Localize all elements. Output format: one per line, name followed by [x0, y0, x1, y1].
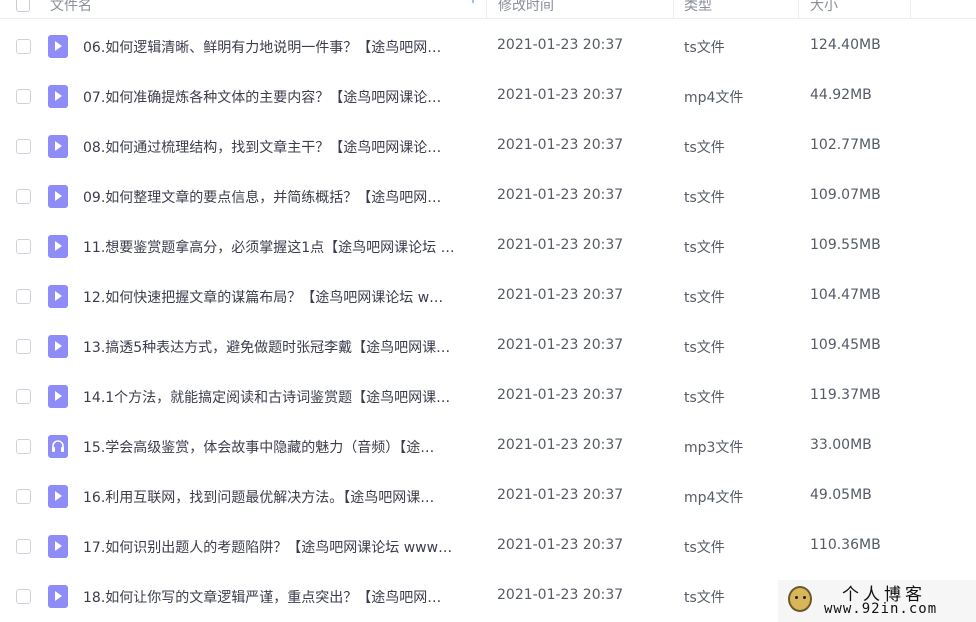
- file-size: 124.40MB: [810, 37, 881, 53]
- file-type: ts文件: [684, 590, 725, 606]
- row-checkbox[interactable]: [16, 139, 31, 154]
- video-file-icon: [48, 585, 68, 608]
- file-modified-time: 2021-01-23 20:37: [497, 287, 624, 303]
- row-checkbox[interactable]: [16, 339, 31, 354]
- file-modified-time: 2021-01-23 20:37: [497, 387, 624, 403]
- file-name[interactable]: 18.如何让你写的文章逻辑严谨，重点突出？【途鸟吧网…: [83, 587, 478, 607]
- file-size: 33.00MB: [810, 437, 872, 453]
- file-type: ts文件: [684, 240, 725, 256]
- file-type: ts文件: [684, 40, 725, 56]
- file-modified-time: 2021-01-23 20:37: [497, 37, 624, 53]
- file-modified-time: 2021-01-23 20:37: [497, 587, 624, 603]
- video-file-icon: [48, 385, 68, 408]
- column-header-name[interactable]: 文件名: [50, 0, 92, 15]
- file-name[interactable]: 16.利用互联网，找到问题最优解决方法。【途鸟吧网课…: [83, 487, 478, 507]
- video-file-icon: [48, 535, 68, 558]
- row-checkbox[interactable]: [16, 89, 31, 104]
- row-checkbox[interactable]: [16, 39, 31, 54]
- file-type: ts文件: [684, 290, 725, 306]
- file-modified-time: 2021-01-23 20:37: [497, 187, 624, 203]
- file-modified-time: 2021-01-23 20:37: [497, 487, 624, 503]
- column-divider[interactable]: [910, 0, 911, 18]
- file-name[interactable]: 08.如何通过梳理结构，找到文章主干？【途鸟吧网课论…: [83, 137, 478, 157]
- file-row[interactable]: 17.如何识别出题人的考题陷阱？【途鸟吧网课论坛 www… 2021-01-23 …: [0, 522, 976, 572]
- file-modified-time: 2021-01-23 20:37: [497, 87, 624, 103]
- file-name[interactable]: 11.想要鉴赏题拿高分，必须掌握这1点【途鸟吧网课论坛 …: [83, 237, 478, 257]
- file-row[interactable]: 08.如何通过梳理结构，找到文章主干？【途鸟吧网课论… 2021-01-23 20…: [0, 122, 976, 172]
- file-name[interactable]: 06.如何逻辑清晰、鲜明有力地说明一件事？【途鸟吧网…: [83, 37, 478, 57]
- avatar-logo-icon: [788, 586, 812, 612]
- file-modified-time: 2021-01-23 20:37: [497, 337, 624, 353]
- file-row[interactable]: 07.如何准确提炼各种文体的主要内容？【途鸟吧网课论… 2021-01-23 20…: [0, 72, 976, 122]
- column-divider[interactable]: [798, 0, 799, 18]
- file-name[interactable]: 17.如何识别出题人的考题陷阱？【途鸟吧网课论坛 www…: [83, 537, 478, 557]
- video-file-icon: [48, 185, 68, 208]
- file-row[interactable]: 11.想要鉴赏题拿高分，必须掌握这1点【途鸟吧网课论坛 … 2021-01-23 …: [0, 222, 976, 272]
- row-checkbox[interactable]: [16, 489, 31, 504]
- file-type: ts文件: [684, 340, 725, 356]
- file-name[interactable]: 09.如何整理文章的要点信息，并简练概括？【途鸟吧网…: [83, 187, 478, 207]
- file-modified-time: 2021-01-23 20:37: [497, 537, 624, 553]
- file-size: 109.45MB: [810, 337, 881, 353]
- file-size: 109.55MB: [810, 237, 881, 253]
- file-type: ts文件: [684, 190, 725, 206]
- file-type: mp4文件: [684, 90, 744, 106]
- column-header-type[interactable]: 类型: [684, 0, 712, 15]
- file-size: 109.07MB: [810, 187, 881, 203]
- file-name[interactable]: 13.搞透5种表达方式，避免做题时张冠李戴【途鸟吧网课…: [83, 337, 478, 357]
- video-file-icon: [48, 85, 68, 108]
- file-row[interactable]: 09.如何整理文章的要点信息，并简练概括？【途鸟吧网… 2021-01-23 20…: [0, 172, 976, 222]
- audio-file-icon: [48, 435, 68, 458]
- row-checkbox[interactable]: [16, 539, 31, 554]
- video-file-icon: [48, 35, 68, 58]
- file-row[interactable]: 13.搞透5种表达方式，避免做题时张冠李戴【途鸟吧网课… 2021-01-23 2…: [0, 322, 976, 372]
- video-file-icon: [48, 485, 68, 508]
- file-name[interactable]: 07.如何准确提炼各种文体的主要内容？【途鸟吧网课论…: [83, 87, 478, 107]
- file-type: mp3文件: [684, 440, 744, 456]
- file-size: 44.92MB: [810, 87, 872, 103]
- file-type: mp4文件: [684, 490, 744, 506]
- file-row[interactable]: 14.1个方法，就能搞定阅读和古诗词鉴赏题【途鸟吧网课… 2021-01-23 2…: [0, 372, 976, 422]
- file-size: 49.05MB: [810, 487, 872, 503]
- file-row[interactable]: 15.学会高级鉴赏，体会故事中隐藏的魅力（音频）【途… 2021-01-23 20…: [0, 422, 976, 472]
- file-row[interactable]: 16.利用互联网，找到问题最优解决方法。【途鸟吧网课… 2021-01-23 20…: [0, 472, 976, 522]
- row-checkbox[interactable]: [16, 589, 31, 604]
- file-type: ts文件: [684, 140, 725, 156]
- file-size: 110.36MB: [810, 537, 881, 553]
- file-modified-time: 2021-01-23 20:37: [497, 437, 624, 453]
- row-checkbox[interactable]: [16, 239, 31, 254]
- file-size: 102.77MB: [810, 137, 881, 153]
- row-checkbox[interactable]: [16, 389, 31, 404]
- file-list-header: 文件名 ↑ 修改时间 类型 大小: [0, 0, 976, 19]
- file-name[interactable]: 15.学会高级鉴赏，体会故事中隐藏的魅力（音频）【途…: [83, 437, 478, 457]
- file-name[interactable]: 12.如何快速把握文章的谋篇布局？【途鸟吧网课论坛 w…: [83, 287, 478, 307]
- select-all-checkbox[interactable]: [16, 0, 30, 12]
- watermark: 个人博客 www.92in.com: [778, 580, 976, 622]
- file-row[interactable]: 06.如何逻辑清晰、鲜明有力地说明一件事？【途鸟吧网… 2021-01-23 20…: [0, 22, 976, 72]
- file-row[interactable]: 12.如何快速把握文章的谋篇布局？【途鸟吧网课论坛 w… 2021-01-23 2…: [0, 272, 976, 322]
- row-checkbox[interactable]: [16, 289, 31, 304]
- file-name[interactable]: 14.1个方法，就能搞定阅读和古诗词鉴赏题【途鸟吧网课…: [83, 387, 478, 407]
- file-size: 119.37MB: [810, 387, 881, 403]
- video-file-icon: [48, 285, 68, 308]
- file-type: ts文件: [684, 390, 725, 406]
- row-checkbox[interactable]: [16, 439, 31, 454]
- sort-ascending-icon[interactable]: ↑: [468, 0, 478, 6]
- video-file-icon: [48, 135, 68, 158]
- file-type: ts文件: [684, 540, 725, 556]
- file-modified-time: 2021-01-23 20:37: [497, 137, 624, 153]
- watermark-url: www.92in.com: [824, 601, 938, 617]
- video-file-icon: [48, 335, 68, 358]
- column-header-size[interactable]: 大小: [810, 0, 838, 15]
- video-file-icon: [48, 235, 68, 258]
- file-size: 104.47MB: [810, 287, 881, 303]
- column-header-modified[interactable]: 修改时间: [498, 0, 554, 15]
- column-divider[interactable]: [673, 0, 674, 18]
- column-divider[interactable]: [486, 0, 487, 18]
- file-modified-time: 2021-01-23 20:37: [497, 237, 624, 253]
- row-checkbox[interactable]: [16, 189, 31, 204]
